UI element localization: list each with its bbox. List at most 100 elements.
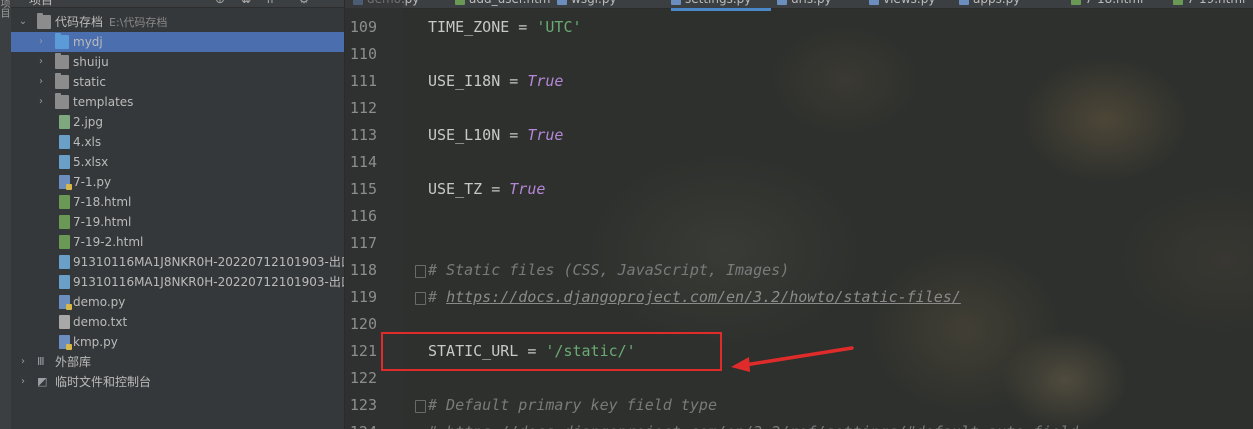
file-type-icon bbox=[1173, 0, 1183, 5]
project-root[interactable]: ⌄ 代码存档 E:\代码存档 bbox=[11, 12, 344, 32]
code-editor[interactable]: demo.pyadd_user.htmlwsgi.pysettings.pyur… bbox=[345, 0, 1253, 429]
editor-tab[interactable]: settings.py bbox=[671, 0, 771, 11]
code-line[interactable]: # Static files (CSS, JavaScript, Images) bbox=[428, 261, 789, 279]
tree-item-label: mydj bbox=[73, 35, 103, 49]
editor-tab[interactable]: urls.py bbox=[777, 0, 863, 8]
library-icon: Ⅲ bbox=[37, 355, 45, 368]
tree-item[interactable]: 91310116MA1J8NKR0H-20220712101903-出口汇 bbox=[11, 272, 344, 292]
scratches-label: 临时文件和控制台 bbox=[55, 375, 152, 389]
editor-tab[interactable]: 7-18.html bbox=[1071, 0, 1167, 8]
code-token: TIME_ZONE = bbox=[428, 18, 537, 36]
line-number: 109 bbox=[349, 18, 377, 36]
tree-item[interactable]: 7-19-2.html bbox=[11, 232, 344, 252]
chevron-right-icon[interactable]: › bbox=[35, 72, 47, 92]
tree-item[interactable]: 4.xls bbox=[11, 132, 344, 152]
editor-tab-label: views.py bbox=[883, 0, 935, 6]
editor-tab[interactable]: apps.py bbox=[959, 0, 1065, 8]
line-number: 113 bbox=[349, 126, 377, 144]
chevron-right-icon[interactable]: › bbox=[17, 372, 29, 392]
tree-item[interactable]: 2.jpg bbox=[11, 112, 344, 132]
tree-item[interactable]: › static bbox=[11, 72, 344, 92]
tree-item-label: 4.xls bbox=[73, 135, 102, 149]
tree-item[interactable]: › mydj bbox=[11, 32, 344, 52]
tree-item[interactable]: 7-1.py bbox=[11, 172, 344, 192]
xls-file-icon bbox=[59, 275, 70, 289]
tree-item-label: 7-19.html bbox=[73, 215, 132, 229]
editor-tab[interactable]: add_user.html bbox=[455, 0, 551, 8]
tree-item-label: 91310116MA1J8NKR0H-20220712101903-出口汇 bbox=[73, 275, 344, 289]
tree-item-label: 7-19-2.html bbox=[73, 235, 144, 249]
fold-marker-icon[interactable] bbox=[415, 400, 426, 413]
tree-item-label: 5.xlsx bbox=[73, 155, 109, 169]
tree-item[interactable]: 91310116MA1J8NKR0H-20220712101903-出口汇 bbox=[11, 252, 344, 272]
line-number: 114 bbox=[349, 153, 377, 171]
editor-tab[interactable]: views.py bbox=[869, 0, 953, 8]
code-line[interactable]: USE_TZ = True bbox=[428, 180, 545, 198]
html-file-icon bbox=[59, 195, 70, 209]
collapse-all-icon[interactable]: ⇊ bbox=[239, 0, 253, 6]
code-line[interactable]: # Default primary key field type bbox=[428, 396, 717, 414]
file-type-icon bbox=[671, 0, 681, 5]
expand-all-icon[interactable]: ⇈ bbox=[263, 0, 277, 6]
tree-item[interactable]: kmp.py bbox=[11, 332, 344, 352]
editor-tab-bar: demo.pyadd_user.htmlwsgi.pysettings.pyur… bbox=[345, 0, 1253, 11]
code-line[interactable]: TIME_ZONE = 'UTC' bbox=[428, 18, 582, 36]
code-token: True bbox=[509, 180, 546, 198]
chevron-right-icon[interactable]: › bbox=[17, 352, 29, 372]
scratches-and-consoles[interactable]: › ◩ 临时文件和控制台 bbox=[11, 372, 344, 392]
chevron-down-icon[interactable]: ⌄ bbox=[17, 12, 29, 32]
line-number: 121 bbox=[349, 342, 377, 360]
fold-marker-icon[interactable] bbox=[415, 265, 426, 278]
line-number: 110 bbox=[349, 45, 377, 63]
tree-item-label: 2.jpg bbox=[73, 115, 104, 129]
project-tool-label[interactable]: 项目 bbox=[0, 0, 11, 18]
editor-tab-label: apps.py bbox=[973, 0, 1020, 6]
chevron-right-icon[interactable]: › bbox=[35, 52, 47, 72]
file-type-icon bbox=[557, 0, 567, 5]
file-type-icon bbox=[869, 0, 879, 5]
folder-icon bbox=[37, 13, 51, 29]
chevron-right-icon[interactable]: › bbox=[35, 92, 47, 112]
editor-tab[interactable]: 7-19.html bbox=[1173, 0, 1253, 8]
code-token[interactable]: https://docs.djangoproject.com/en/3.2/ho… bbox=[446, 288, 961, 306]
code-line[interactable]: USE_L10N = True bbox=[428, 126, 563, 144]
external-libraries[interactable]: › Ⅲ 外部库 bbox=[11, 352, 344, 372]
code-token: 'UTC' bbox=[536, 18, 582, 36]
file-type-icon bbox=[455, 0, 465, 5]
tree-item-label: templates bbox=[73, 95, 134, 109]
file-type-icon bbox=[1071, 0, 1081, 5]
tree-item[interactable]: 7-19.html bbox=[11, 212, 344, 232]
code-token: # https://docs.djangoproject.com/en/3.2/… bbox=[428, 423, 1078, 429]
py-file-icon bbox=[59, 295, 72, 310]
code-token: True bbox=[527, 72, 564, 90]
xls-file-icon bbox=[59, 255, 70, 269]
line-number: 112 bbox=[349, 99, 377, 117]
folder-icon bbox=[55, 53, 69, 69]
code-token: # Static files (CSS, JavaScript, Images) bbox=[428, 261, 790, 279]
locate-icon[interactable]: ⊕ bbox=[213, 0, 227, 6]
tree-item[interactable]: › templates bbox=[11, 92, 344, 112]
fold-marker-icon[interactable] bbox=[415, 292, 426, 305]
project-panel-title[interactable]: 项目 bbox=[29, 0, 53, 8]
line-number: 120 bbox=[349, 315, 377, 333]
editor-tab[interactable]: wsgi.py bbox=[557, 0, 665, 8]
tree-item[interactable]: › shuiju bbox=[11, 52, 344, 72]
code-line[interactable]: # https://docs.djangoproject.com/en/3.2/… bbox=[428, 288, 961, 306]
editor-tab-label: add_user.html bbox=[469, 0, 551, 6]
tree-item[interactable]: demo.py bbox=[11, 292, 344, 312]
tree-item[interactable]: 5.xlsx bbox=[11, 152, 344, 172]
html-file-icon bbox=[59, 215, 70, 229]
folder-icon bbox=[55, 73, 69, 89]
code-line[interactable]: USE_I18N = True bbox=[428, 72, 563, 90]
chevron-right-icon[interactable]: › bbox=[35, 32, 47, 52]
annotation-arrow-icon bbox=[731, 346, 854, 372]
project-panel-header: 项目 ⊕ ⇊ ⇈ ⚙ bbox=[11, 0, 344, 8]
tree-item[interactable]: demo.txt bbox=[11, 312, 344, 332]
gear-icon[interactable]: ⚙ bbox=[297, 0, 311, 6]
html-file-icon bbox=[59, 235, 70, 249]
code-token: USE_L10N = bbox=[428, 126, 528, 144]
scratches-icon: ◩ bbox=[37, 375, 47, 388]
line-number: 117 bbox=[349, 234, 377, 252]
tree-item[interactable]: 7-18.html bbox=[11, 192, 344, 212]
code-line[interactable]: # https://docs.djangoproject.com/en/3.2/… bbox=[428, 423, 1078, 429]
